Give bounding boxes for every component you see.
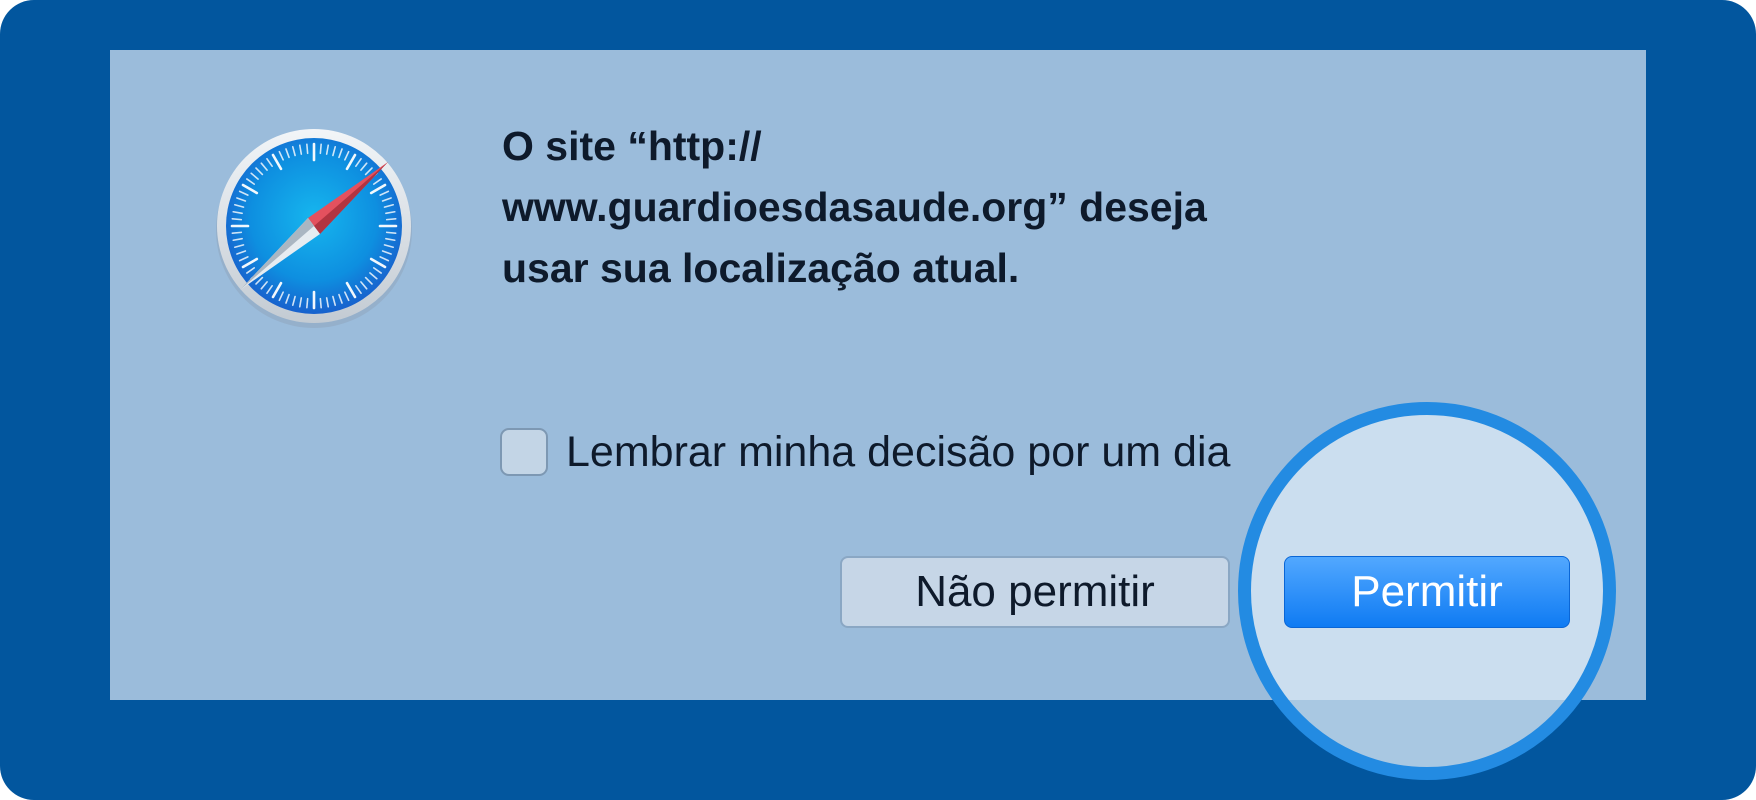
remember-decision-checkbox[interactable] [500,428,548,476]
dialog-message-line-1: O site “http:// [502,123,762,169]
remember-decision-label: Lembrar minha decisão por um dia [566,427,1231,476]
dialog-message: O site “http:// www.guardioesdasaude.org… [502,116,1362,299]
deny-button[interactable]: Não permitir [840,556,1230,628]
allow-button[interactable]: Permitir [1284,556,1570,628]
dialog-message-line-2: www.guardioesdasaude.org” deseja [502,184,1207,230]
remember-decision-row[interactable]: Lembrar minha decisão por um dia [500,424,1230,480]
safari-compass-icon [216,129,412,328]
background-frame: O site “http:// www.guardioesdasaude.org… [0,0,1756,800]
dialog-message-line-3: usar sua localização atual. [502,245,1020,291]
